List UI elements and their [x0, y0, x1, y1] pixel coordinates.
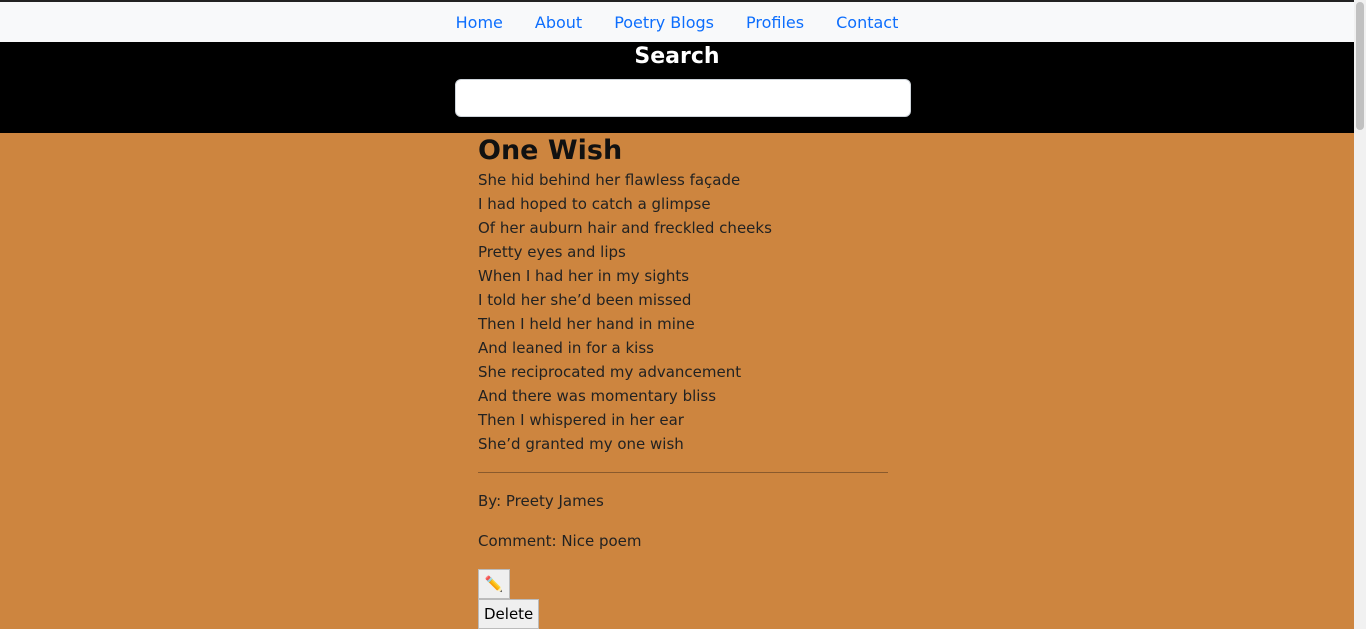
poem-line: I had hoped to catch a glimpse	[478, 195, 711, 213]
delete-button[interactable]: Delete	[478, 599, 540, 629]
edit-button[interactable]: ✏️	[478, 569, 510, 599]
poem-line: When I had her in my sights	[478, 267, 690, 285]
poem-line: And leaned in for a kiss	[478, 339, 654, 357]
nav-link-about[interactable]: About	[519, 13, 598, 32]
search-section: Search	[0, 42, 1354, 133]
nav-link-poetry-blogs[interactable]: Poetry Blogs	[598, 13, 730, 32]
poem-line: Then I held her hand in mine	[478, 315, 695, 333]
divider	[478, 472, 888, 473]
poem-article: One Wish She hid behind her flawless faç…	[478, 133, 888, 629]
scrollbar-thumb[interactable]	[1356, 2, 1364, 130]
poem-line: She’d granted my one wish	[478, 435, 684, 453]
poem-line: Then I whispered in her ear	[478, 411, 684, 429]
poem-author: By: Preety James	[478, 492, 604, 510]
nav-link-profiles[interactable]: Profiles	[730, 13, 820, 32]
poem-line: She reciprocated my advancement	[478, 363, 742, 381]
poem-line: Of her auburn hair and freckled cheeks	[478, 219, 772, 237]
top-navbar: Home About Poetry Blogs Profiles Contact	[0, 2, 1354, 42]
poem-line: She hid behind her flawless façade	[478, 171, 741, 189]
pencil-icon: ✏️	[484, 575, 504, 593]
nav-link-contact[interactable]: Contact	[820, 13, 914, 32]
poem-line: And there was momentary bliss	[478, 387, 717, 405]
search-heading: Search	[634, 44, 720, 69]
poem-title: One Wish	[478, 135, 623, 166]
nav-link-home[interactable]: Home	[440, 13, 519, 32]
poem-line: Pretty eyes and lips	[478, 243, 626, 261]
poem-comment: Comment: Nice poem	[478, 532, 642, 550]
poem-line: I told her she’d been missed	[478, 291, 692, 309]
poem-body: She hid behind her flawless façade I had…	[478, 168, 888, 456]
search-input[interactable]	[455, 79, 911, 117]
